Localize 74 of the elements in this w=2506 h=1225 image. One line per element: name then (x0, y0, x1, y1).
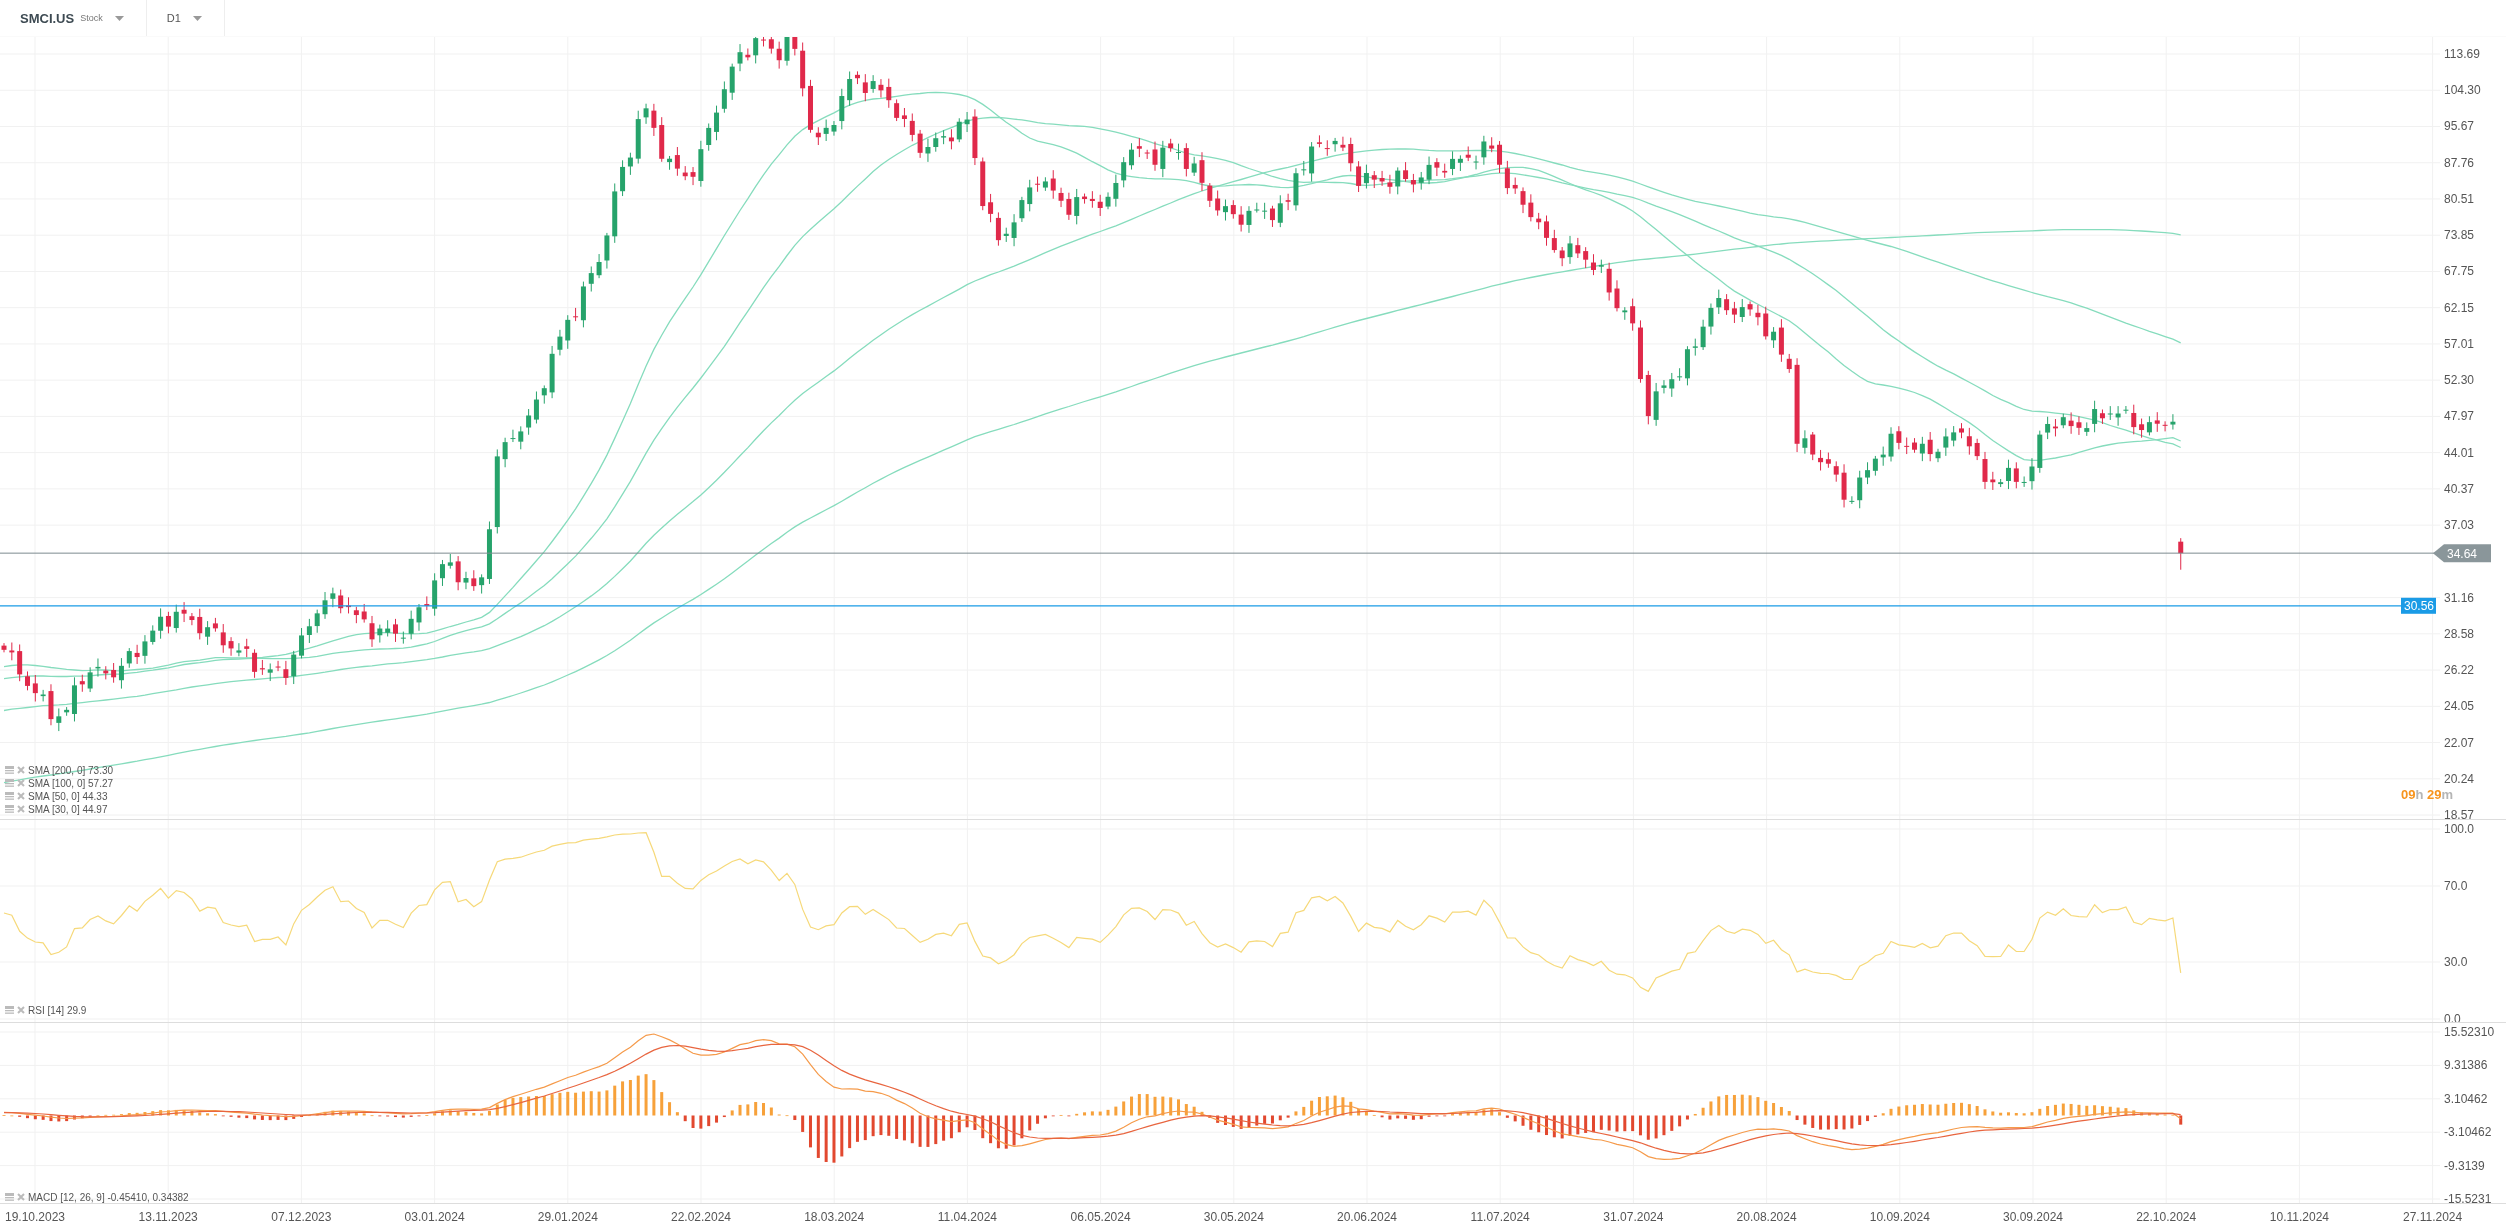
price-axis-label: 40.37 (2444, 481, 2475, 496)
list-icon[interactable] (5, 1193, 14, 1201)
price-axis-label: 73.85 (2444, 228, 2475, 243)
macd-axis-label: -9.3139 (2444, 1158, 2485, 1173)
timeframe-label[interactable]: D1 (166, 12, 181, 24)
rsi-axis-label: 30.0 (2444, 955, 2468, 969)
date-axis-label: 30.09.2024 (2002, 1210, 2064, 1224)
close-icon[interactable] (17, 805, 25, 813)
price-axis-label: 26.22 (2444, 663, 2475, 678)
indicator-legend: SMA [30, 0] 44.97 (28, 803, 108, 815)
date-axis-label: 31.07.2024 (1603, 1210, 1664, 1224)
macd-axis-label: -15.5231 (2444, 1192, 2492, 1203)
price-axis-label: 18.57 (2444, 808, 2475, 819)
close-icon[interactable] (17, 1006, 25, 1014)
macd-axis-label: 15.52310 (2444, 1025, 2495, 1039)
date-axis-label: 03.01.2024 (404, 1210, 465, 1224)
rsi-axis-label: 70.0 (2444, 879, 2468, 893)
date-axis-label: 18.03.2024 (804, 1210, 865, 1224)
macd-axis-label: -3.10462 (2444, 1125, 2492, 1140)
date-axis-label: 20.06.2024 (1336, 1210, 1398, 1224)
date-axis-label: 22.02.2024 (670, 1210, 732, 1224)
price-axis-label: 62.15 (2444, 300, 2475, 315)
date-axis-label: 27.11.2024 (2403, 1210, 2463, 1224)
price-axis-label: 67.75 (2444, 264, 2475, 279)
date-axis-label: 10.09.2024 (1869, 1210, 1930, 1224)
countdown-timer: 09h 29m (2401, 787, 2454, 802)
close-icon[interactable] (17, 792, 25, 800)
price-axis-label: 80.51 (2444, 191, 2475, 206)
alert-line[interactable] (0, 605, 2402, 607)
date-axis-label: 11.07.2024 (1470, 1210, 1530, 1224)
indicator-legend: RSI [14] 29.9 (28, 1004, 87, 1016)
date-axis-label: 30.05.2024 (1203, 1210, 1264, 1224)
price-axis-label: 113.69 (2444, 47, 2480, 61)
close-icon[interactable] (17, 766, 25, 774)
indicator-legend: SMA [100, 0] 57.27 (28, 777, 114, 789)
price-axis-label: 47.97 (2444, 409, 2475, 424)
price-axis-label: 31.16 (2444, 590, 2475, 605)
indicator-legend: SMA [50, 0] 44.33 (28, 790, 108, 802)
date-axis-label: 11.04.2024 (937, 1210, 997, 1224)
list-icon[interactable] (5, 1006, 14, 1014)
price-axis-label: 57.01 (2444, 336, 2475, 351)
list-icon[interactable] (5, 779, 14, 787)
price-axis-label: 22.07 (2444, 735, 2475, 750)
instrument-type: Stock (80, 13, 103, 23)
date-axis-label: 13.11.2023 (138, 1210, 198, 1224)
price-axis-label: 37.03 (2444, 518, 2475, 533)
price-axis-label: 24.05 (2444, 699, 2475, 714)
date-axis-label: 07.12.2023 (271, 1210, 332, 1224)
date-axis-label: 29.01.2024 (537, 1210, 598, 1224)
caret-icon[interactable] (114, 15, 124, 21)
price-axis-label: 104.30 (2444, 83, 2481, 98)
date-axis-label: 19.10.2023 (4, 1210, 66, 1224)
symbol-name[interactable]: SMCI.US (20, 10, 75, 26)
date-axis-label: 06.05.2024 (1070, 1210, 1131, 1224)
macd-axis-label: 9.31386 (2444, 1058, 2488, 1073)
list-icon[interactable] (5, 792, 14, 800)
list-icon[interactable] (5, 766, 14, 774)
close-icon[interactable] (17, 779, 25, 787)
date-axis-label: 20.08.2024 (1736, 1210, 1797, 1224)
price-axis-label: 95.67 (2444, 119, 2475, 134)
macd-axis-label: 3.10462 (2444, 1091, 2488, 1106)
price-axis-label: 52.30 (2444, 373, 2475, 388)
indicator-legend: MACD [12, 26, 9] -0.45410, 0.34382 (28, 1191, 189, 1203)
price-axis-label: 44.01 (2444, 445, 2475, 460)
date-axis-label: 22.10.2024 (2136, 1210, 2197, 1224)
list-icon[interactable] (5, 805, 14, 813)
rsi-axis-label: 100.0 (2444, 822, 2475, 836)
price-axis-label: 28.58 (2444, 626, 2475, 641)
date-axis-label: 10.11.2024 (2269, 1210, 2329, 1224)
caret-icon[interactable] (192, 15, 202, 21)
close-icon[interactable] (17, 1193, 25, 1201)
price-tag: 34.64 (2433, 544, 2491, 563)
price-axis-label: 87.76 (2444, 155, 2475, 170)
price-axis-label: 20.24 (2444, 771, 2475, 786)
